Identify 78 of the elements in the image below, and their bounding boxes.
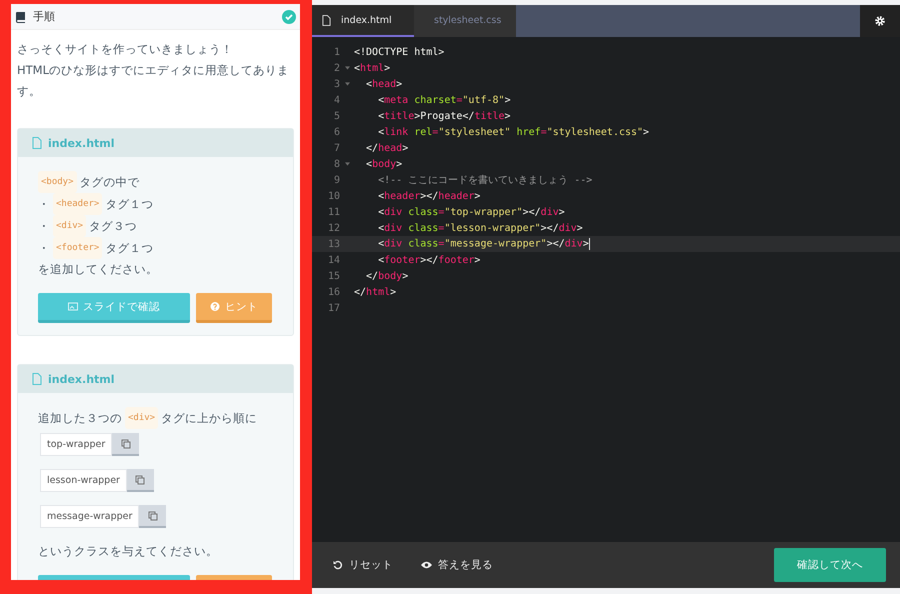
code-line: <html> (354, 62, 390, 74)
image-icon (68, 302, 78, 311)
line-number: 8 (332, 158, 340, 170)
line-number: 7 (332, 142, 340, 154)
instruction-text: ・ (38, 218, 50, 235)
line-number: 6 (332, 126, 340, 138)
instruction-text: というクラスを与えてください。 (38, 543, 219, 560)
line-number: 17 (326, 302, 340, 314)
code-line: <head> (365, 78, 402, 90)
copy-icon (148, 510, 158, 520)
line-number: 14 (326, 254, 340, 266)
line-number: 10 (326, 190, 340, 202)
book-icon (15, 10, 27, 22)
slide-button[interactable]: スライドで確認 (38, 293, 190, 323)
next-button[interactable]: 確認して次へ (774, 548, 886, 582)
line-number: 4 (332, 94, 340, 106)
code-line: <link rel="stylesheet" href="stylesheet.css"> (377, 126, 650, 138)
instruction-text: タグ１つ (105, 240, 154, 257)
instruction-text: ・ (38, 196, 50, 213)
hint-button[interactable]: ヒント (196, 293, 272, 323)
instruction-text: を追加してください。 (38, 261, 158, 278)
line-number: 1 (332, 46, 340, 58)
file-icon (32, 137, 42, 149)
code-tag: <footer> (53, 237, 102, 259)
code-line: <title>Progate</title> (377, 110, 511, 122)
instruction-text: ・ (38, 240, 50, 257)
instruction-text: 追加した３つの (38, 410, 122, 427)
code-line: </html> (354, 286, 396, 298)
eye-icon (421, 560, 432, 570)
code-line: </body> (365, 270, 408, 282)
line-number: 13 (326, 238, 340, 250)
code-line: </head> (365, 142, 408, 154)
line-number: 15 (326, 270, 340, 282)
code-line: <meta charset="utf-8"> (377, 94, 511, 106)
code-tag: <div> (125, 407, 158, 429)
line-number: 16 (326, 286, 340, 298)
code-line: <footer></footer> (377, 254, 480, 266)
code-tag: <div> (53, 215, 86, 237)
line-number: 5 (332, 110, 340, 122)
code-line: <!-- ここにコードを書いていきましょう --> (377, 174, 592, 187)
code-line: <!DOCTYPE html> (354, 46, 444, 58)
panel-title: 手順 (33, 9, 55, 24)
code-line: <div class="lesson-wrapper"></div> (377, 222, 583, 234)
question-icon (210, 302, 220, 311)
settings-button[interactable] (860, 5, 900, 37)
file-tab[interactable]: index.html (312, 5, 414, 37)
code-tag: <body> (38, 171, 77, 193)
line-number: 12 (326, 222, 340, 234)
settings-icon (874, 15, 886, 27)
code-line: <body> (365, 158, 402, 170)
code-line: <div class="top-wrapper"></div> (377, 206, 565, 218)
file-icon (32, 373, 42, 385)
copy-button[interactable] (126, 469, 154, 492)
show-answer-button[interactable]: 答えを見る (421, 558, 493, 572)
file-icon (322, 14, 331, 26)
copy-icon (120, 438, 131, 448)
copy-icon (135, 474, 146, 484)
line-number: 9 (332, 174, 340, 186)
line-number: 3 (332, 78, 340, 90)
copy-button[interactable] (139, 505, 166, 528)
class-name-field: lesson-wrapper (40, 469, 127, 492)
line-number: 11 (326, 206, 340, 218)
instruction-text: タグ３つ (89, 218, 138, 235)
instruction-text: タグの中で (80, 174, 140, 191)
instruction-text: タグ１つ (105, 196, 154, 213)
line-number: 2 (332, 62, 340, 74)
code-line: <div class="message-wrapper"></div> (377, 238, 590, 250)
file-name: index.html (48, 372, 115, 386)
reset-button[interactable]: リセット (332, 558, 393, 572)
undo-icon (332, 560, 343, 570)
instruction-text: タグに上から順に (161, 410, 258, 427)
copy-button[interactable] (112, 433, 140, 456)
class-name-field: message-wrapper (40, 505, 140, 528)
file-name: index.html (48, 136, 115, 150)
code-tag: <header> (53, 193, 102, 215)
intro-text: さっそくサイトを作っていきましょう！ HTMLのひな形はすでにエディタに用意してあります。 (16, 41, 290, 100)
code-line: <header></header> (377, 190, 480, 202)
class-name-field: top-wrapper (40, 433, 112, 456)
